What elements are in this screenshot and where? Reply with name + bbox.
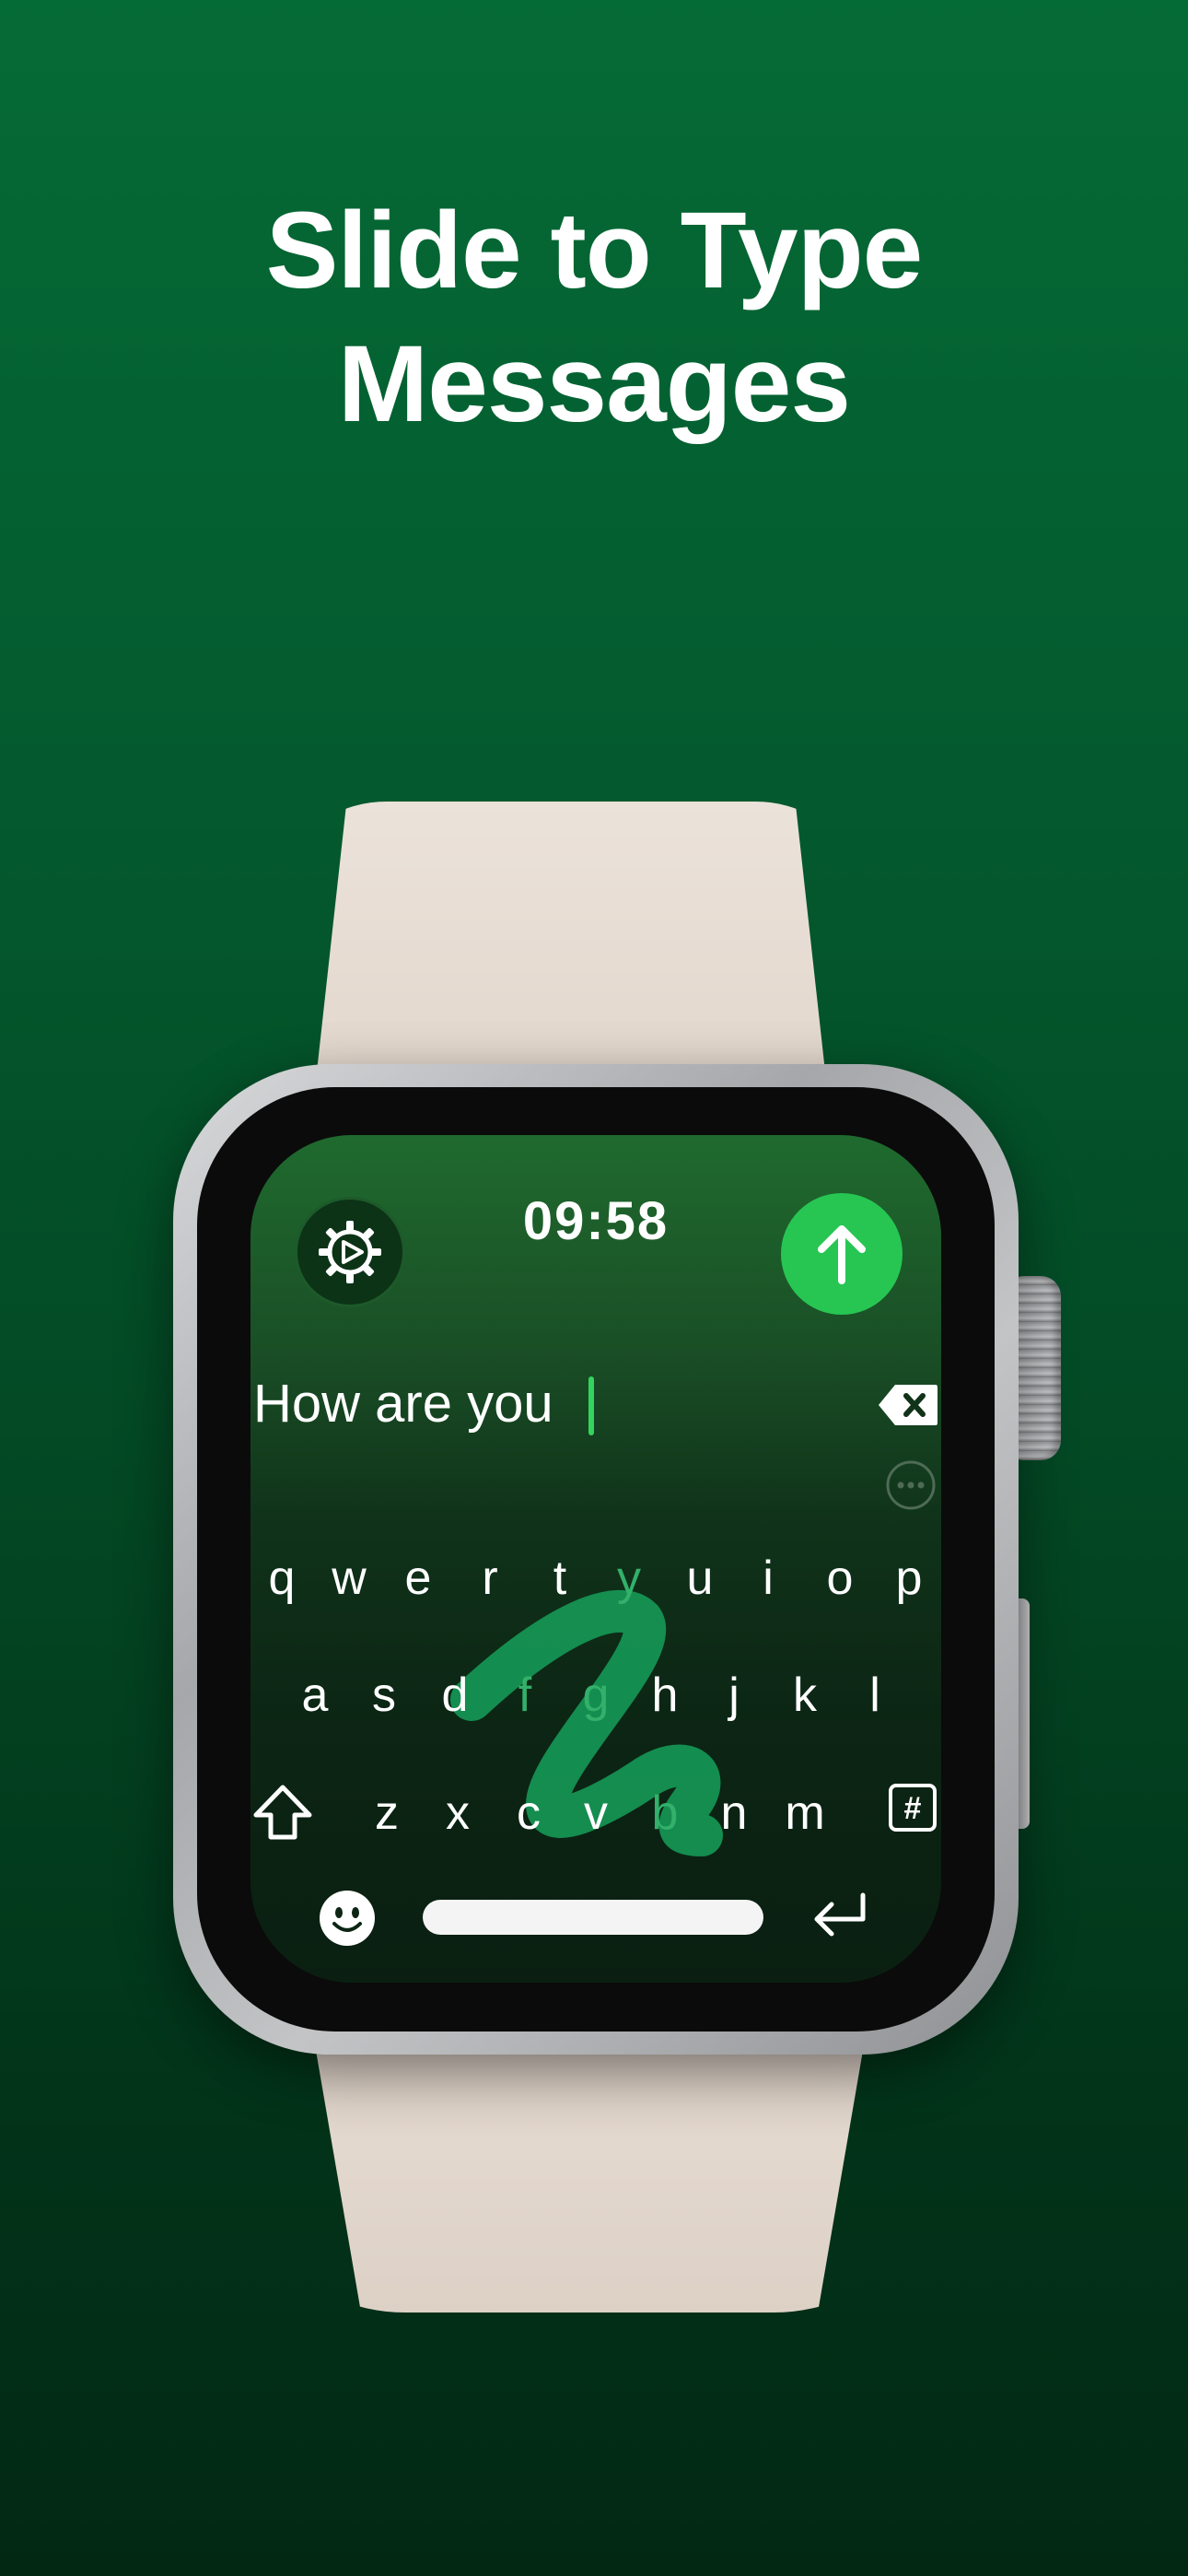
key-n[interactable]: n bbox=[699, 1780, 769, 1846]
more-options-button[interactable] bbox=[885, 1459, 937, 1511]
key-q[interactable]: q bbox=[250, 1545, 317, 1611]
key-a[interactable]: a bbox=[280, 1662, 350, 1728]
headline: Slide to Type Messages bbox=[0, 184, 1188, 451]
symbols-key-label: # bbox=[904, 1791, 922, 1826]
key-j[interactable]: j bbox=[699, 1662, 769, 1728]
key-v[interactable]: v bbox=[561, 1780, 631, 1846]
text-cursor bbox=[588, 1376, 594, 1435]
key-m[interactable]: m bbox=[770, 1780, 840, 1846]
key-s[interactable]: s bbox=[349, 1662, 419, 1728]
key-g[interactable]: g bbox=[561, 1662, 631, 1728]
key-h[interactable]: h bbox=[630, 1662, 700, 1728]
key-k[interactable]: k bbox=[770, 1662, 840, 1728]
space-bar[interactable] bbox=[423, 1900, 763, 1935]
emoji-icon bbox=[320, 1891, 375, 1946]
shift-key[interactable] bbox=[250, 1780, 315, 1844]
message-text[interactable]: How are you bbox=[253, 1373, 553, 1434]
key-e[interactable]: e bbox=[383, 1545, 453, 1611]
key-t[interactable]: t bbox=[525, 1545, 595, 1611]
emoji-key[interactable] bbox=[318, 1889, 377, 1948]
key-b[interactable]: b bbox=[630, 1780, 700, 1846]
return-icon bbox=[814, 1892, 866, 1937]
symbols-key-frame: # bbox=[889, 1784, 937, 1832]
symbols-key[interactable]: # bbox=[888, 1783, 938, 1832]
watch-screen: 09:58 How are you qwertyuiopasdfghjklzxc… bbox=[250, 1135, 941, 1983]
key-f[interactable]: f bbox=[490, 1662, 560, 1728]
key-o[interactable]: o bbox=[805, 1545, 875, 1611]
key-w[interactable]: w bbox=[314, 1545, 384, 1611]
backspace-button[interactable] bbox=[877, 1382, 939, 1428]
ellipsis-circle-icon bbox=[886, 1460, 936, 1510]
key-r[interactable]: r bbox=[455, 1545, 525, 1611]
key-z[interactable]: z bbox=[352, 1780, 422, 1846]
key-p[interactable]: p bbox=[874, 1545, 941, 1611]
return-key[interactable] bbox=[808, 1886, 872, 1945]
send-button[interactable] bbox=[781, 1193, 903, 1315]
key-x[interactable]: x bbox=[423, 1780, 493, 1846]
key-d[interactable]: d bbox=[420, 1662, 490, 1728]
headline-line-1: Slide to Type bbox=[265, 190, 924, 311]
key-l[interactable]: l bbox=[840, 1662, 910, 1728]
key-c[interactable]: c bbox=[494, 1780, 564, 1846]
arrow-up-icon bbox=[818, 1225, 866, 1284]
backspace-icon bbox=[879, 1385, 938, 1425]
key-y[interactable]: y bbox=[594, 1545, 664, 1611]
key-u[interactable]: u bbox=[665, 1545, 735, 1611]
headline-line-2: Messages bbox=[337, 323, 851, 445]
shift-icon bbox=[253, 1785, 312, 1840]
key-i[interactable]: i bbox=[733, 1545, 803, 1611]
